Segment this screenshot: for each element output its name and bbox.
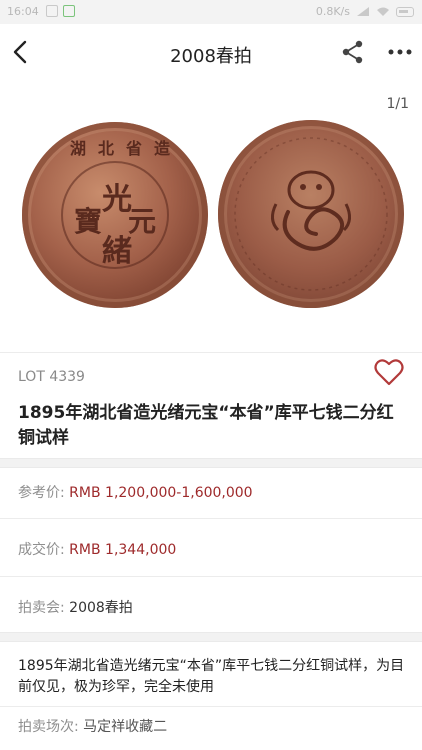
- sold-price-label: 成交价:: [18, 542, 65, 558]
- lot-number: LOT 4339: [18, 369, 85, 385]
- notification-icon: [46, 5, 58, 17]
- signal-icon: [357, 7, 369, 16]
- lot-description: 1895年湖北省造光绪元宝“本省”库平七钱二分红铜试样，为目前仅见，极为珍罕，完…: [18, 658, 405, 695]
- auction-value: 2008春拍: [69, 600, 133, 616]
- coin-char-left: 寶: [74, 205, 103, 238]
- status-bar: 16:04 0.8K/s: [0, 0, 422, 24]
- lot-image-gallery[interactable]: 1/1 光 緒 元 寶 湖北省造: [0, 82, 422, 352]
- network-speed: 0.8K/s: [315, 5, 350, 18]
- favorite-heart-icon[interactable]: [374, 358, 404, 386]
- more-icon[interactable]: [386, 39, 414, 65]
- status-right: 0.8K/s: [316, 5, 414, 18]
- app-notification-icon: [63, 5, 75, 17]
- battery-icon: [396, 6, 414, 17]
- session-row: 拍卖场次: 马定祥收藏二: [18, 716, 167, 736]
- auction-label: 拍卖会:: [18, 600, 65, 616]
- session-label: 拍卖场次:: [18, 719, 79, 735]
- divider: [0, 706, 422, 707]
- divider: [0, 518, 422, 519]
- status-notification-icons: [46, 5, 75, 17]
- section-divider: [0, 632, 422, 642]
- coin-reverse-image[interactable]: [218, 120, 404, 308]
- estimate-label: 参考价:: [18, 485, 65, 501]
- estimate-row: 参考价: RMB 1,200,000-1,600,000: [18, 482, 253, 502]
- wifi-icon: [377, 7, 389, 16]
- coin-obverse-image[interactable]: 光 緒 元 寶 湖北省造: [22, 122, 208, 308]
- share-icon[interactable]: [340, 39, 366, 65]
- divider: [0, 576, 422, 577]
- coin-top-legend: 湖北省造: [70, 139, 183, 158]
- coin-char-right: 元: [128, 205, 157, 238]
- session-value: 马定祥收藏二: [83, 719, 168, 735]
- divider: [0, 352, 422, 353]
- sold-price-row: 成交价: RMB 1,344,000: [18, 539, 176, 559]
- auction-row[interactable]: 拍卖会: 2008春拍: [18, 597, 133, 617]
- nav-bar: 2008春拍: [0, 24, 422, 83]
- image-counter: 1/1: [386, 96, 409, 112]
- sold-price-value: RMB 1,344,000: [69, 542, 177, 558]
- estimate-value: RMB 1,200,000-1,600,000: [69, 485, 253, 501]
- section-divider: [0, 458, 422, 468]
- coin-reverse-legend-ring: [234, 137, 388, 291]
- lot-title: 1895年湖北省造光绪元宝“本省”库平七钱二分红铜试样: [18, 403, 394, 448]
- status-time: 16:04: [7, 5, 39, 18]
